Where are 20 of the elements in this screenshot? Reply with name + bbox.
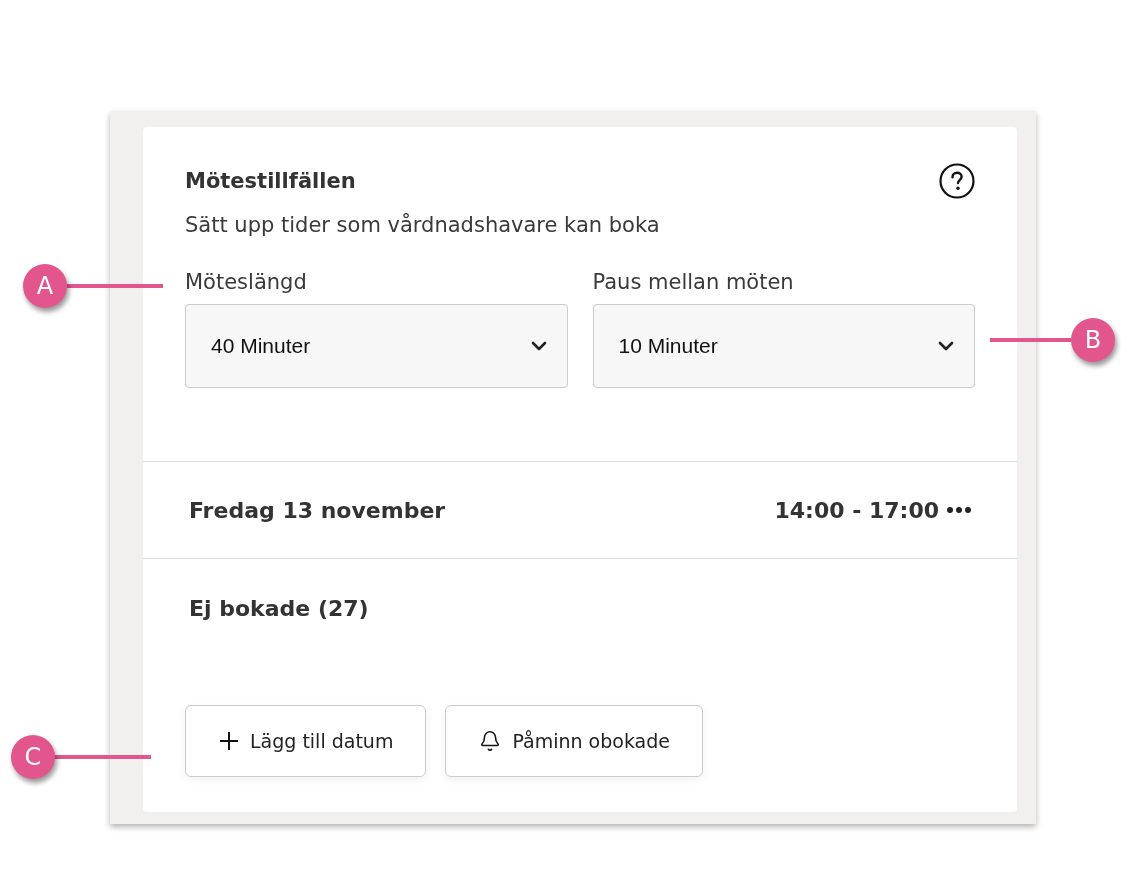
callout-badge: B bbox=[1071, 318, 1115, 362]
action-button[interactable]: Påminn obokade bbox=[445, 705, 703, 777]
plus-icon bbox=[219, 731, 239, 751]
action-button[interactable]: Lägg till datum bbox=[185, 705, 427, 777]
bell-icon bbox=[479, 730, 502, 752]
field-label: Möteslängd bbox=[185, 269, 307, 296]
panel-title: Mötestillfällen bbox=[185, 168, 356, 195]
time-range: 14:00 - 17:00 bbox=[774, 497, 939, 523]
dropdown[interactable]: 40 Minuter bbox=[185, 304, 568, 388]
chevron-down-icon bbox=[530, 341, 547, 351]
date-heading: Fredag 13 november bbox=[189, 497, 446, 523]
section-heading: Ej bokade (27) bbox=[189, 595, 369, 623]
panel-subtitle: Sätt upp tider som vårdnadshavare kan boka bbox=[185, 212, 661, 239]
callout-badge: A bbox=[23, 264, 67, 308]
callout-badge: C bbox=[11, 735, 55, 779]
chevron-down-icon bbox=[938, 341, 954, 351]
dropdown[interactable]: 10 Minuter bbox=[592, 304, 975, 388]
help-icon[interactable] bbox=[939, 163, 975, 199]
more-icon[interactable] bbox=[947, 507, 971, 513]
field-label: Paus mellan möten bbox=[592, 269, 794, 296]
